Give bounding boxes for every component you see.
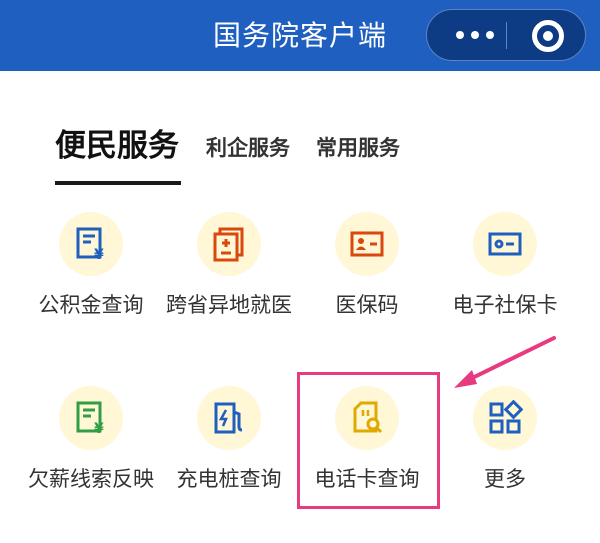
service-label: 欠薪线索反映 xyxy=(28,467,154,491)
service-icon-bg xyxy=(197,386,261,450)
mini-program-capsule xyxy=(426,9,586,61)
tab-convenience-services[interactable]: 便民服务 xyxy=(55,120,179,165)
service-label: 跨省异地就医 xyxy=(166,293,292,317)
app-header: 国务院客户端 xyxy=(0,0,600,71)
pointer-arrow-icon xyxy=(454,336,556,388)
active-tab-indicator xyxy=(55,181,181,185)
service-label: 医保码 xyxy=(335,293,399,317)
more-grid-icon xyxy=(489,400,523,434)
close-mini-program-icon[interactable] xyxy=(532,20,564,52)
more-options-icon[interactable] xyxy=(445,24,505,46)
capsule-divider xyxy=(506,22,507,49)
social-security-card-icon xyxy=(488,232,522,256)
svg-text:¥: ¥ xyxy=(94,421,104,436)
service-icon-bg xyxy=(197,212,261,276)
service-icon-bg: ¥ xyxy=(59,386,123,450)
svg-text:¥: ¥ xyxy=(94,247,104,262)
tab-common-services[interactable]: 常用服务 xyxy=(316,132,400,162)
service-label: 电子社保卡 xyxy=(452,293,558,317)
service-icon-bg: ¥ xyxy=(59,212,123,276)
wage-report-icon: ¥ xyxy=(76,401,104,436)
service-label: 更多 xyxy=(484,467,526,491)
medical-document-icon xyxy=(213,227,244,262)
fund-document-icon: ¥ xyxy=(76,227,104,262)
highlight-box xyxy=(297,372,440,509)
service-icon-bg xyxy=(473,386,537,450)
id-card-icon xyxy=(350,231,384,257)
charging-station-icon xyxy=(214,402,243,434)
service-icon-bg xyxy=(473,212,537,276)
tab-enterprise-services[interactable]: 利企服务 xyxy=(206,132,290,162)
service-icon-bg xyxy=(335,212,399,276)
service-label: 充电桩查询 xyxy=(176,467,282,491)
service-label: 公积金查询 xyxy=(38,293,144,317)
